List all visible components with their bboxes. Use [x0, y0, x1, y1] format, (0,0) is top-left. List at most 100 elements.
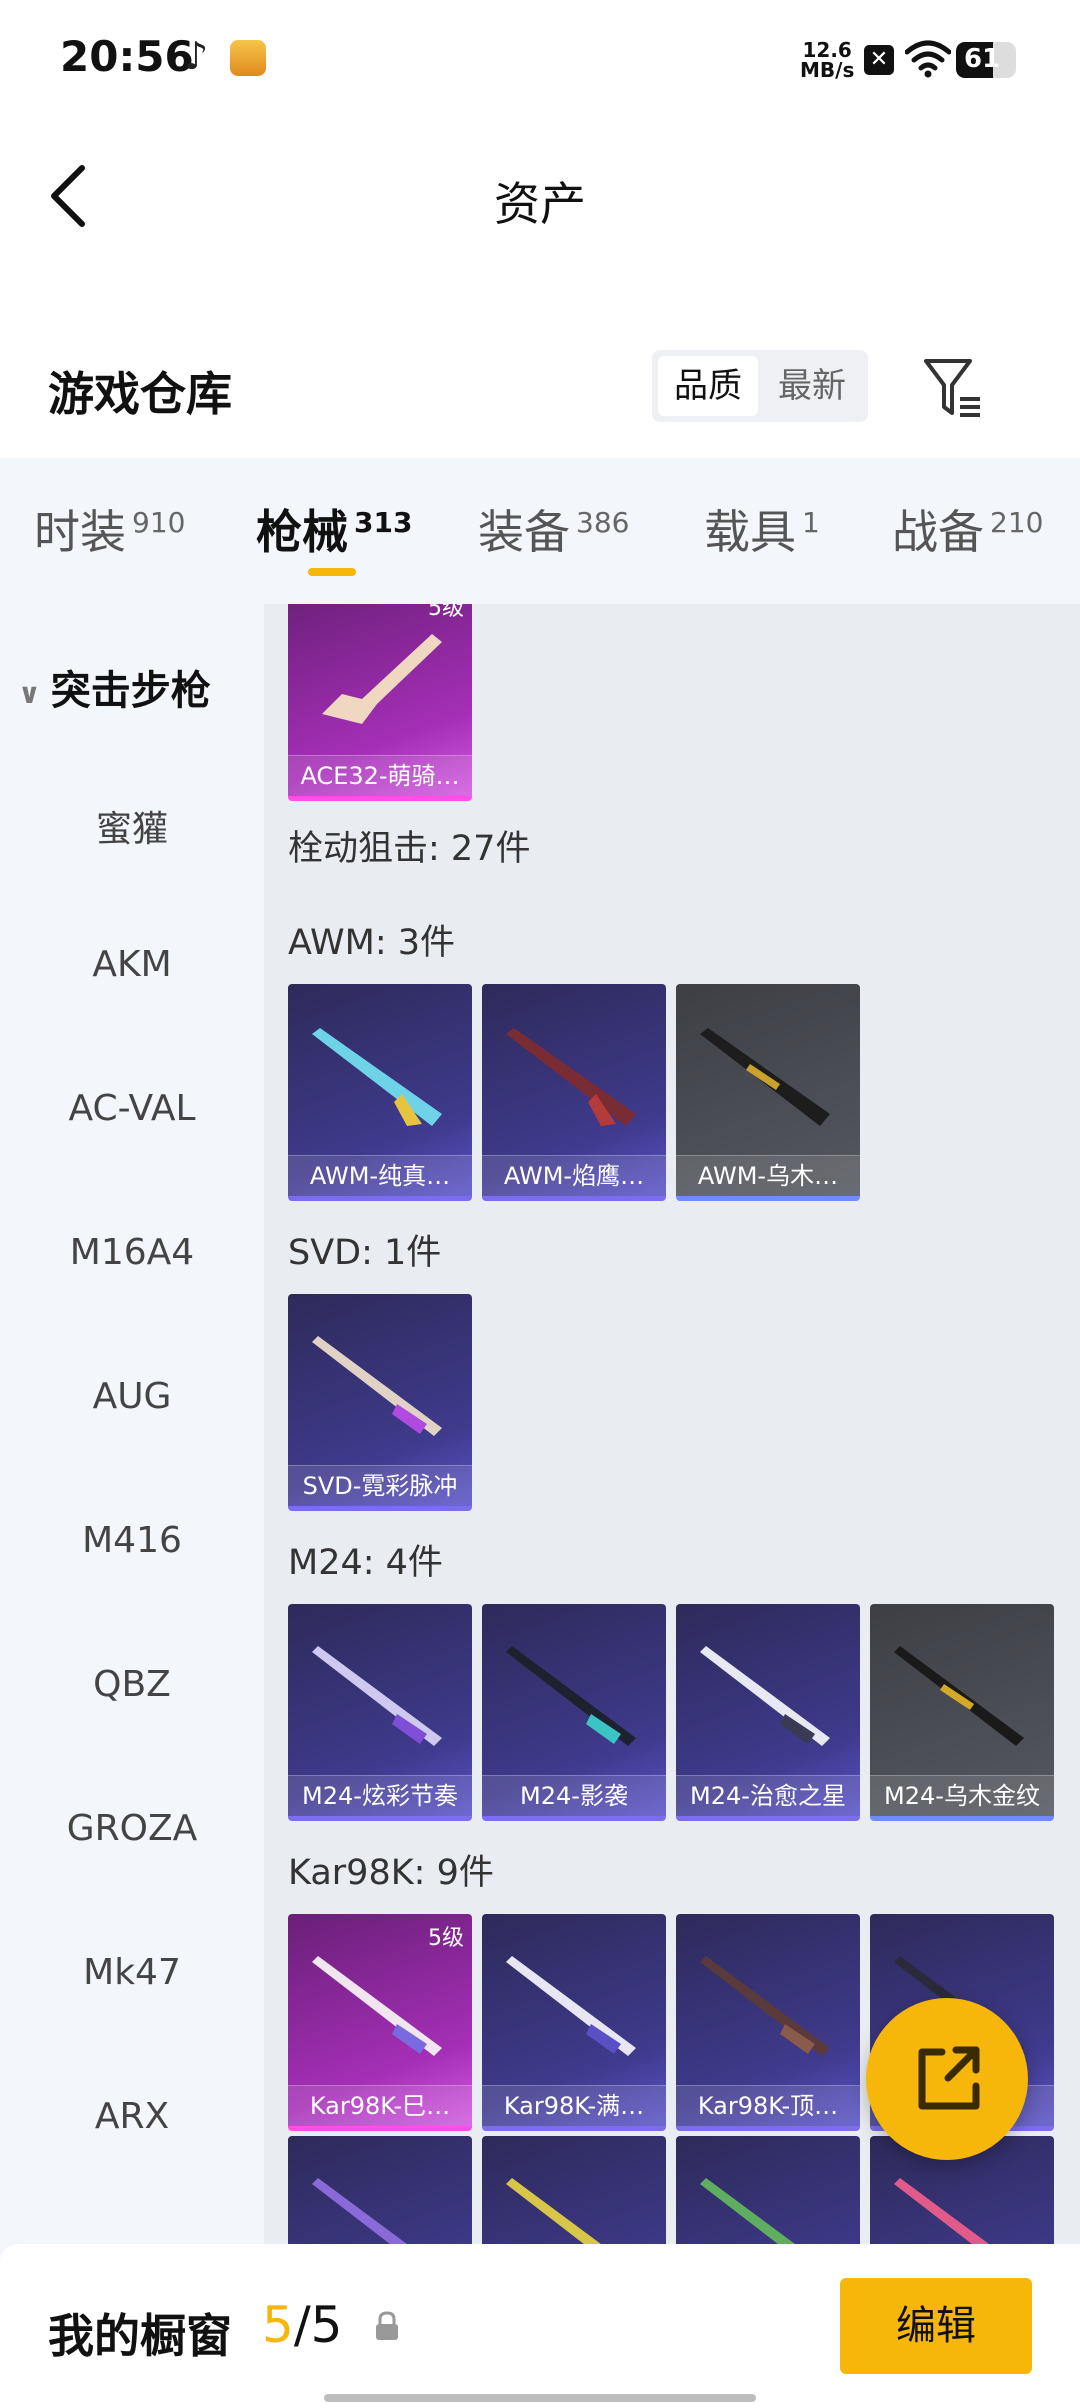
- network-speed: 12.6 MB/s: [800, 40, 854, 80]
- rifle-icon: [700, 1956, 830, 2056]
- close-notification-icon: ✕: [864, 45, 894, 75]
- weapon-card[interactable]: 5级 Kar98K-巳…: [288, 1914, 472, 2131]
- weapon-name: Kar98K-顶…: [676, 2085, 860, 2126]
- rifle-icon: [322, 634, 442, 724]
- sniper-rifle-icon: [894, 1646, 1024, 1746]
- battery-level: 61: [964, 44, 1001, 74]
- sidebar-item-arx[interactable]: ARX: [0, 2096, 264, 2137]
- edit-button[interactable]: 编辑: [840, 2278, 1032, 2374]
- group-label-awm: AWM: 3件: [288, 923, 456, 963]
- sort-quality-button[interactable]: 品质: [658, 356, 758, 416]
- weapon-card[interactable]: M24-影袭: [482, 1604, 666, 1821]
- sidebar-category-label: 突击步枪: [50, 668, 211, 714]
- sidebar-item-ac-val[interactable]: AC-VAL: [0, 1088, 264, 1129]
- showcase-separator: /: [293, 2296, 311, 2354]
- rifle-icon: [894, 2178, 989, 2244]
- sidebar-category-assault-rifle[interactable]: ∨ 突击步枪: [18, 658, 211, 716]
- rifle-icon: [506, 2178, 601, 2244]
- tab-equipment[interactable]: 装备 386: [478, 496, 629, 562]
- weapon-card[interactable]: [288, 2136, 472, 2244]
- tab-guns[interactable]: 枪械 313: [256, 496, 412, 562]
- sidebar-item-m16a4[interactable]: M16A4: [0, 1232, 264, 1273]
- category-tabs: 时装 910 枪械 313 装备 386 载具 1 战备 210: [0, 458, 1080, 604]
- weapon-name: M24-影袭: [482, 1775, 666, 1816]
- weapon-name: AWM-焰鹰…: [482, 1155, 666, 1196]
- sniper-rifle-icon: [700, 1028, 830, 1126]
- weapon-card-ace32[interactable]: 5级 ACE32-萌骑…: [288, 604, 472, 801]
- sort-toggle: 品质 最新: [652, 350, 868, 422]
- sidebar-item-groza[interactable]: GROZA: [0, 1808, 264, 1849]
- tab-label: 载具: [704, 505, 796, 559]
- sort-latest-button[interactable]: 最新: [762, 356, 862, 416]
- weapon-card[interactable]: AWM-乌木…: [676, 984, 860, 1201]
- weapon-card[interactable]: AWM-焰鹰…: [482, 984, 666, 1201]
- tab-supplies[interactable]: 战备 210: [892, 496, 1043, 562]
- tab-count: 386: [576, 505, 630, 539]
- tab-count: 313: [354, 505, 413, 539]
- weapon-name: M24-炫彩节奏: [288, 1775, 472, 1816]
- weapon-card[interactable]: [482, 2136, 666, 2244]
- network-speed-value: 12.6: [802, 38, 852, 62]
- tab-vehicles[interactable]: 载具 1: [704, 496, 820, 562]
- weapon-card[interactable]: Kar98K-满…: [482, 1914, 666, 2131]
- status-time: 20:56: [60, 32, 194, 81]
- weapon-name: AWM-乌木…: [676, 1155, 860, 1196]
- home-indicator[interactable]: [324, 2394, 756, 2402]
- weapon-name: SVD-霓彩脉冲: [288, 1465, 472, 1506]
- showcase-bar: 我的橱窗 5/5 编辑: [0, 2244, 1080, 2408]
- tab-label: 时装: [34, 505, 126, 559]
- tab-fashion[interactable]: 时装 910: [34, 496, 185, 562]
- rifle-icon: [312, 1956, 442, 2056]
- tab-count: 210: [990, 505, 1044, 539]
- page-title: 资产: [494, 177, 586, 231]
- group-label-m24: M24: 4件: [288, 1543, 443, 1583]
- weapon-card[interactable]: M24-炫彩节奏: [288, 1604, 472, 1821]
- weapon-card[interactable]: M24-治愈之星: [676, 1604, 860, 1821]
- app-notification-icon: [230, 40, 266, 76]
- showcase-label: 我的橱窗: [48, 2309, 232, 2363]
- share-button[interactable]: [866, 1998, 1028, 2160]
- sidebar-item-qbz[interactable]: QBZ: [0, 1664, 264, 1705]
- network-speed-unit: MB/s: [800, 58, 855, 82]
- chevron-down-icon: ∨: [18, 676, 41, 710]
- weapon-card[interactable]: Kar98K-顶…: [676, 1914, 860, 2131]
- sniper-rifle-icon: [506, 1646, 636, 1746]
- showcase-total: 5: [310, 2296, 343, 2354]
- sidebar-item-honey-badger[interactable]: 蜜獾: [0, 800, 264, 852]
- showcase-count: 5/5: [262, 2296, 342, 2354]
- group-label-svd: SVD: 1件: [288, 1233, 442, 1273]
- weapon-card[interactable]: M24-乌木金纹: [870, 1604, 1054, 1821]
- rifle-icon: [700, 2178, 795, 2244]
- active-tab-indicator: [308, 568, 356, 576]
- weapon-name: M24-治愈之星: [676, 1775, 860, 1816]
- weapon-name: M24-乌木金纹: [870, 1775, 1054, 1816]
- external-link-icon: [918, 2046, 980, 2110]
- sniper-rifle-icon: [312, 1028, 442, 1126]
- status-bar: 20:56 ♪ 12.6 MB/s ✕ 61: [0, 0, 1080, 120]
- rifle-icon: [312, 2178, 407, 2244]
- battery-icon: 61: [956, 42, 1016, 78]
- weapon-card[interactable]: SVD-霓彩脉冲: [288, 1294, 472, 1511]
- sniper-rifle-icon: [312, 1336, 442, 1436]
- tiktok-icon: ♪: [184, 34, 209, 78]
- group-label-kar98k: Kar98K: 9件: [288, 1853, 494, 1893]
- showcase-current: 5: [262, 2296, 294, 2354]
- weapon-name: Kar98K-满…: [482, 2085, 666, 2126]
- bolt-action-summary: 栓动狙击: 27件: [288, 829, 531, 869]
- weapon-name: AWM-纯真…: [288, 1155, 472, 1196]
- rifle-icon: [506, 1956, 636, 2056]
- sidebar-item-mk47[interactable]: Mk47: [0, 1952, 264, 1993]
- sidebar-item-aug[interactable]: AUG: [0, 1376, 264, 1417]
- sidebar-item-akm[interactable]: AKM: [0, 944, 264, 985]
- tab-label: 装备: [478, 505, 570, 559]
- sniper-rifle-icon: [312, 1646, 442, 1746]
- weapon-card[interactable]: AWM-纯真…: [288, 984, 472, 1201]
- sidebar-item-m416[interactable]: M416: [0, 1520, 264, 1561]
- warehouse-title: 游戏仓库: [48, 367, 232, 421]
- sniper-rifle-icon: [506, 1028, 636, 1126]
- filter-icon[interactable]: [920, 355, 986, 421]
- weapon-name: ACE32-萌骑…: [288, 755, 472, 796]
- weapon-card[interactable]: [676, 2136, 860, 2244]
- lock-icon: [376, 2311, 398, 2340]
- weapon-name: Kar98K-巳…: [288, 2085, 472, 2126]
